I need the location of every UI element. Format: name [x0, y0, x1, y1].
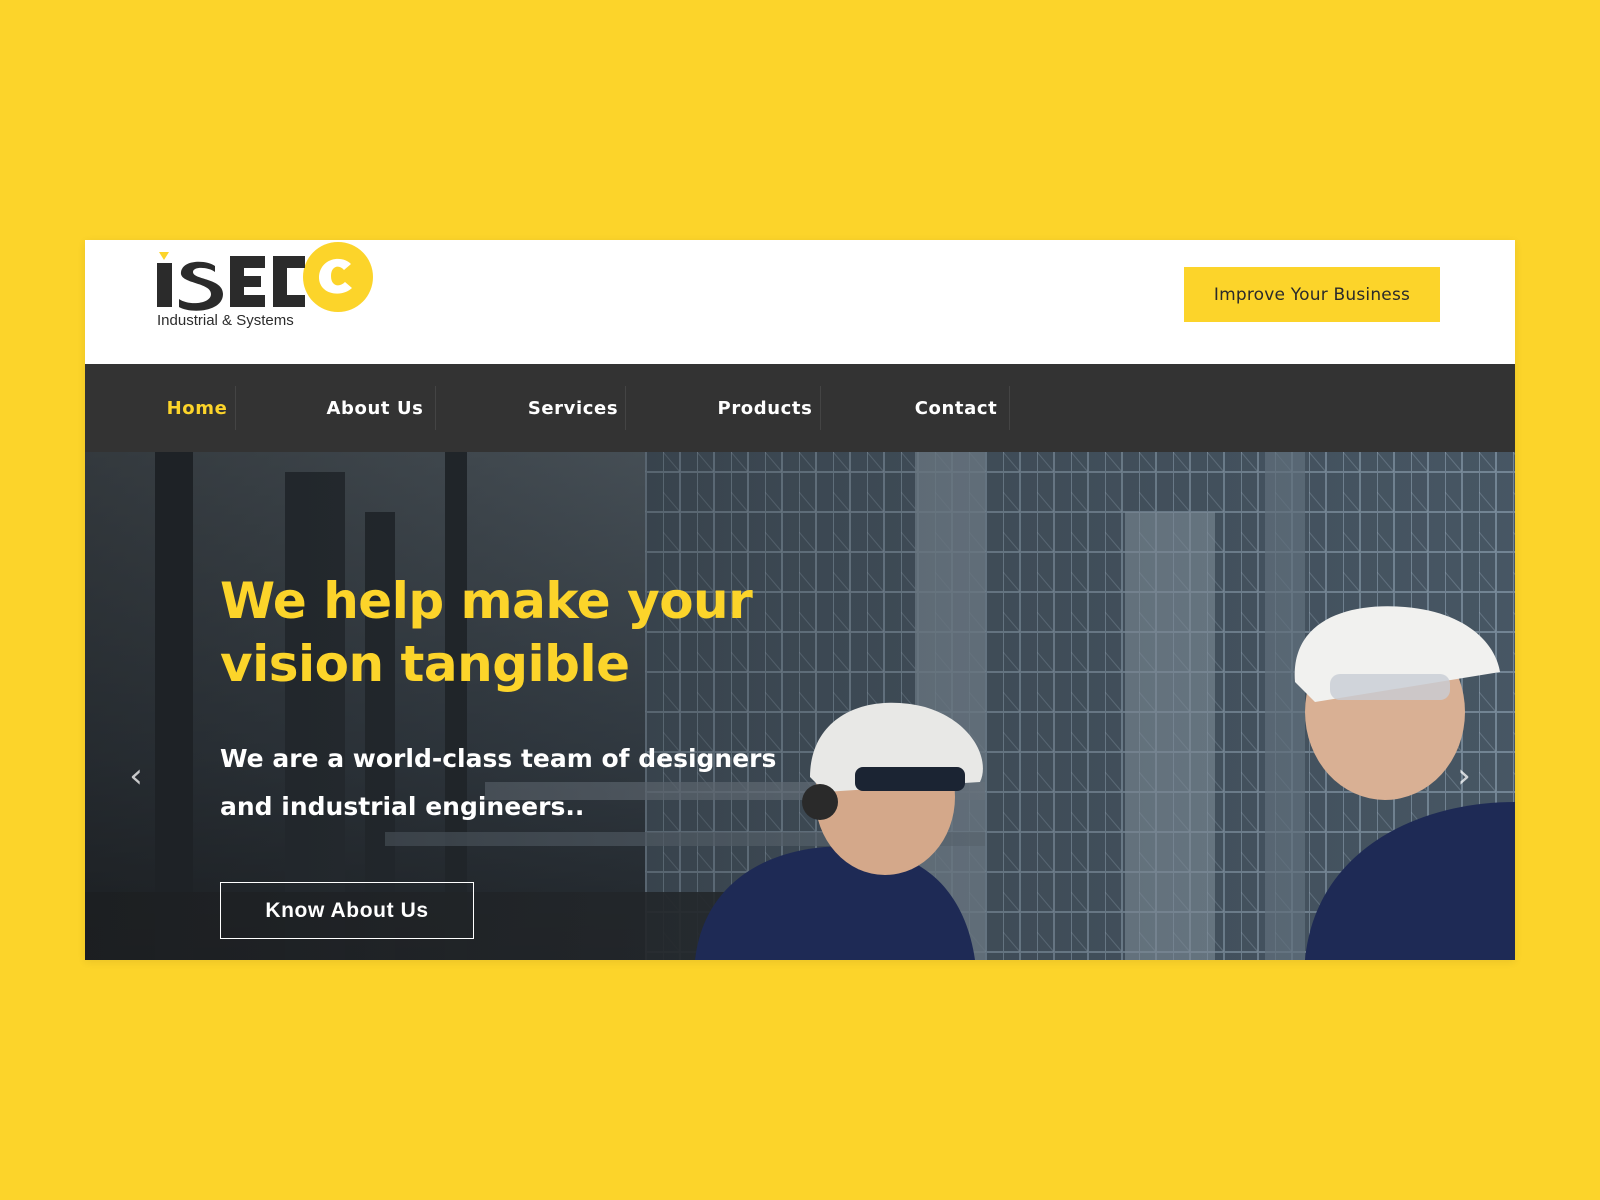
nav-item-services[interactable]: Services	[503, 364, 643, 452]
nav-item-contact[interactable]: Contact	[883, 364, 1029, 452]
chevron-right-icon[interactable]: ›	[1449, 756, 1479, 796]
hero-subtitle-line: We are a world-class team of designers	[220, 744, 777, 773]
nav-item-home[interactable]: Home	[147, 364, 247, 452]
nav-divider	[435, 386, 436, 430]
top-header: Industrial & Systems Improve Your Busine…	[85, 240, 1515, 364]
hero-subtitle: We are a world-class team of designers a…	[220, 735, 820, 831]
improve-business-button[interactable]: Improve Your Business	[1184, 267, 1440, 322]
hero-title-line: vision tangible	[220, 635, 630, 693]
site-logo[interactable]: Industrial & Systems	[155, 242, 385, 334]
nav-item-products[interactable]: Products	[690, 364, 840, 452]
hero-title: We help make your vision tangible	[220, 570, 840, 696]
nav-divider	[235, 386, 236, 430]
chevron-left-icon[interactable]: ‹	[121, 756, 151, 796]
nav-divider	[625, 386, 626, 430]
know-about-us-button[interactable]: Know About Us	[220, 882, 474, 939]
website-frame: Industrial & Systems Improve Your Busine…	[85, 240, 1515, 960]
nav-item-about-us[interactable]: About Us	[303, 364, 447, 452]
hero-subtitle-line: and industrial engineers..	[220, 792, 585, 821]
main-nav: Home About Us Services Products Contact	[85, 364, 1515, 452]
hero-title-line: We help make your	[220, 572, 753, 630]
nav-divider	[820, 386, 821, 430]
nav-divider	[1009, 386, 1010, 430]
hero-slider: We help make your vision tangible We are…	[85, 452, 1515, 960]
logo-tagline: Industrial & Systems	[157, 312, 294, 329]
